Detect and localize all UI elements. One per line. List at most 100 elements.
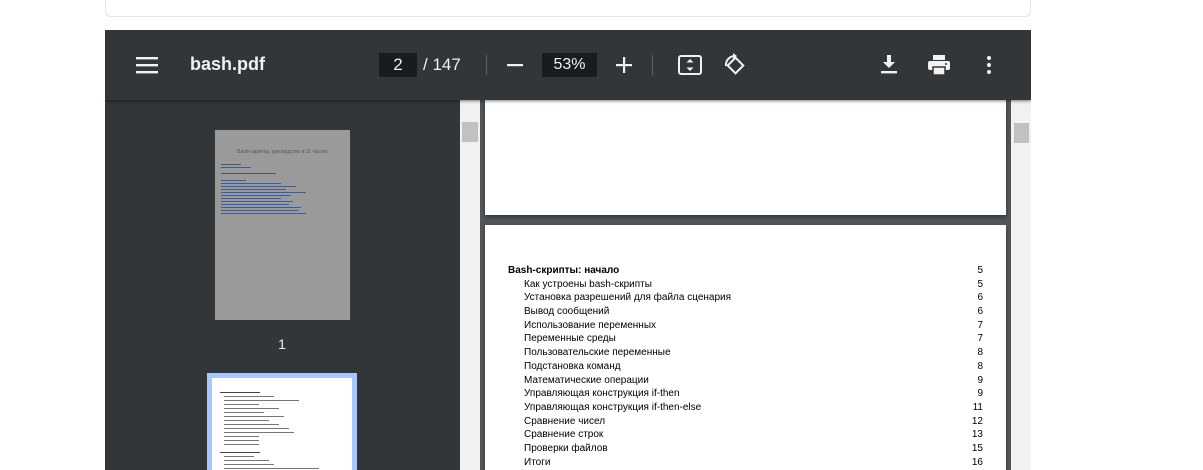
thumbnail-line (221, 164, 241, 165)
toc-entry-title: Bash-скрипты: начало (508, 265, 620, 276)
toc-entry-page: 11 (972, 401, 983, 413)
thumbnail-sidebar: Bash-скрипты, руководство в 11 частях 1 (105, 100, 460, 470)
toc-entry[interactable]: Как устроены bash-скрипты 5 (508, 278, 983, 292)
thumbnail-line (224, 456, 254, 457)
thumbnail-line (220, 392, 260, 393)
download-icon (881, 55, 897, 74)
toc-entry-page: 12 (971, 415, 983, 427)
thumbnail-line (224, 396, 274, 397)
pdf-viewer: bash.pdf 2 / 147 53% Bash-скрипты, руков… (105, 30, 1031, 470)
page-thumbnail-2[interactable] (207, 373, 357, 470)
thumbnail-line (224, 408, 279, 409)
print-icon (928, 55, 950, 75)
toc-entry[interactable]: Итоги 16 (508, 456, 983, 470)
toc-entry-page: 6 (977, 292, 983, 304)
toc-entry-page: 9 (977, 374, 983, 386)
toc-entry[interactable]: Установка разрешений для файла сценария 6 (508, 291, 983, 305)
toc-entry-page: 8 (977, 360, 983, 372)
thumbnail-line (224, 468, 319, 469)
thumbnail-line (221, 198, 281, 199)
thumbnail-line (221, 183, 281, 184)
page-thumbnail-1[interactable]: Bash-скрипты, руководство в 11 частях (215, 130, 350, 320)
toolbar-divider (486, 55, 487, 75)
thumbnail-line (221, 173, 276, 174)
document-scrollbar[interactable] (1011, 100, 1031, 470)
toc-entry[interactable]: Bash-скрипты: начало 5 (508, 264, 983, 278)
toc-entry-title: Управляющая конструкция if-then-else (524, 401, 702, 413)
toc-entry-title: Управляющая конструкция if-then (524, 388, 680, 400)
toc-entry[interactable]: Пользовательские переменные 8 (508, 346, 983, 360)
fit-page-button[interactable] (673, 48, 707, 82)
thumbnail-line (221, 189, 286, 190)
toc-entry[interactable]: Сравнение строк 13 (508, 428, 983, 442)
toc-entry-page: 9 (977, 388, 983, 400)
thumbnail-line (224, 424, 279, 425)
scrollbar-thumb[interactable] (462, 122, 478, 142)
toc-entry-page: 7 (977, 319, 983, 331)
thumbnail-title: Bash-скрипты, руководство в 11 частях (237, 149, 328, 155)
toc-entry-page: 8 (977, 347, 983, 359)
toc-entry-page: 16 (971, 456, 983, 468)
toc-entry[interactable]: Проверки файлов 15 (508, 442, 983, 456)
toc-entry-title: Использование переменных (524, 319, 657, 331)
thumbnail-line (221, 195, 291, 196)
toc-entry[interactable]: Подстановка команд 8 (508, 360, 983, 374)
toc-entry[interactable]: Математические операции 9 (508, 374, 983, 388)
toc-entry-title: Подстановка команд (524, 360, 621, 372)
thumbnail-line (224, 460, 269, 461)
toc-entry[interactable]: Сравнение чисел 12 (508, 415, 983, 429)
minus-icon (507, 64, 523, 67)
thumbnail-line (224, 432, 294, 433)
thumbnail-page-number: 1 (278, 336, 286, 352)
pdf-page-2: Bash-скрипты: начало 5 Как устроены bash-с… (485, 225, 1006, 470)
thumbnail-line (224, 404, 259, 405)
thumbnail-line (220, 452, 260, 453)
thumbnail-line (221, 167, 251, 168)
toc-entry-title: Сравнение строк (524, 429, 604, 441)
zoom-in-button[interactable] (607, 48, 641, 82)
thumbnail-line (221, 210, 299, 211)
menu-button[interactable] (127, 48, 167, 82)
thumbnail-line (221, 186, 296, 187)
toc-entry[interactable]: Управляющая конструкция if-then-else 11 (508, 401, 983, 415)
thumbnail-line (224, 444, 259, 445)
thumbnail-line (224, 400, 299, 401)
zoom-out-button[interactable] (498, 48, 532, 82)
toc-entry-title: Как устроены bash-скрипты (524, 278, 652, 290)
rotate-button[interactable] (718, 48, 752, 82)
more-options-button[interactable] (972, 48, 1006, 82)
thumbnail-line (224, 416, 284, 417)
toc-entry-title: Сравнение чисел (524, 415, 606, 427)
thumbnail-line (221, 207, 301, 208)
toolbar-divider (652, 55, 653, 75)
toc-entry-page: 7 (977, 333, 983, 345)
zoom-input[interactable]: 53% (542, 53, 597, 77)
toc-entry[interactable]: Использование переменных 7 (508, 319, 983, 333)
download-button[interactable] (872, 48, 906, 82)
toc-entry-title: Проверки файлов (524, 442, 608, 454)
toc-entry-title: Пользовательские переменные (524, 347, 671, 359)
thumbnail-line (224, 436, 259, 437)
thumbnail-line (224, 440, 259, 441)
toc-entry[interactable]: Управляющая конструкция if-then 9 (508, 387, 983, 401)
scrollbar-thumb[interactable] (1014, 123, 1029, 143)
thumbnail-line (224, 420, 269, 421)
toc-entry[interactable]: Вывод сообщений 6 (508, 305, 983, 319)
pdf-page-1 (485, 100, 1006, 215)
toc-entry-page: 5 (977, 278, 983, 290)
thumbnail-line (224, 464, 274, 465)
sidebar-scrollbar[interactable] (460, 100, 480, 470)
fit-to-page-icon (678, 55, 702, 75)
toc-entry-title: Итоги (524, 456, 551, 468)
toc-entry-title: Переменные среды (524, 333, 616, 345)
print-button[interactable] (922, 48, 956, 82)
thumbnail-line (221, 204, 289, 205)
toc-entry-page: 15 (971, 442, 983, 454)
page-total: / 147 (423, 55, 461, 74)
rotate-icon (724, 53, 745, 75)
thumbnail-line (224, 428, 289, 429)
toc-entry-title: Вывод сообщений (524, 306, 610, 318)
thumbnail-line (221, 180, 246, 181)
toc-entry[interactable]: Переменные среды 7 (508, 332, 983, 346)
page-number-input[interactable]: 2 (379, 53, 417, 77)
